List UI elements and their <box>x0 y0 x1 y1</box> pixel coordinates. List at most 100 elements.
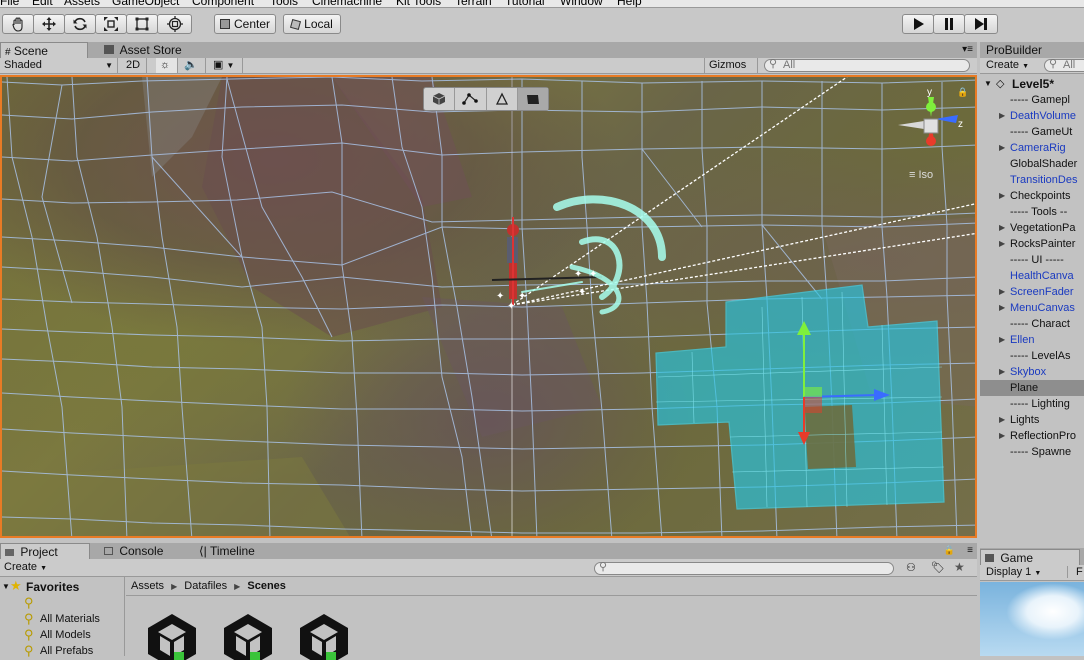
breadcrumb-datafiles[interactable]: Datafiles <box>184 580 227 592</box>
menu-help[interactable]: Help <box>617 0 642 7</box>
menu-file[interactable]: File <box>0 0 19 7</box>
breadcrumb-assets[interactable]: Assets <box>131 580 164 592</box>
lock-icon[interactable]: 🔒 <box>957 87 968 98</box>
hierarchy-item[interactable]: ----- UI ----- <box>980 252 1084 268</box>
hierarchy-item[interactable]: ----- Gamepl <box>980 92 1084 108</box>
shading-dropdown[interactable]: Shaded ▼ <box>0 58 118 73</box>
expand-arrow-icon[interactable]: ▶ <box>999 140 1005 156</box>
menu-component[interactable]: Component <box>192 0 254 7</box>
hierarchy-item[interactable]: GlobalShader <box>980 156 1084 172</box>
space-local-toggle[interactable]: Local <box>283 14 341 34</box>
hierarchy-item[interactable]: ▶ ScreenFader <box>980 284 1084 300</box>
hierarchy-search-input[interactable]: ⚲ All <box>1044 59 1084 72</box>
expand-arrow-icon[interactable]: ▶ <box>999 284 1005 300</box>
scene-asset-3[interactable] <box>294 610 354 660</box>
hierarchy-create-dropdown[interactable]: Create ▼ <box>986 59 1029 71</box>
hierarchy-item[interactable]: ----- Charact <box>980 316 1084 332</box>
scene-viewport[interactable]: ✦ ✦ ✦ ✦ ✦ ✦ y z ≡ Iso 🔒 <box>0 75 977 538</box>
hierarchy-item[interactable]: ----- Tools -- <box>980 204 1084 220</box>
audio-toggle[interactable]: 🔈 <box>180 58 206 73</box>
filter-by-label-icon[interactable]: 🏷 <box>931 561 945 574</box>
tab-scene[interactable]: # Scene <box>0 42 88 58</box>
scale-tool-button[interactable] <box>95 14 127 34</box>
tab-asset-store[interactable]: Asset Store <box>100 42 200 58</box>
transform-tool-button[interactable] <box>157 14 192 34</box>
display-dropdown[interactable]: Display 1 ▼ <box>986 566 1068 578</box>
expand-arrow-icon[interactable]: ▶ <box>999 220 1005 236</box>
breadcrumb-scenes[interactable]: Scenes <box>247 580 286 592</box>
panel-menu-icon[interactable]: ▾≡ <box>962 44 973 55</box>
expand-arrow-icon[interactable]: ▶ <box>999 188 1005 204</box>
object-mode-button[interactable] <box>424 88 456 110</box>
hierarchy-item[interactable]: ▶ Checkpoints <box>980 188 1084 204</box>
scene-search-input[interactable]: ⚲ All <box>764 59 970 72</box>
menu-cinemachine[interactable]: Cinemachine <box>312 0 382 7</box>
hierarchy-item[interactable]: ▶ VegetationPa <box>980 220 1084 236</box>
scene-asset-1[interactable] <box>142 610 202 660</box>
hierarchy-item[interactable]: ▶ Skybox <box>980 364 1084 380</box>
hand-tool-button[interactable] <box>2 14 34 34</box>
tab-timeline[interactable]: ⟨| Timeline <box>195 543 285 559</box>
scene-asset-2[interactable] <box>218 610 278 660</box>
hierarchy-item[interactable]: HealthCanva <box>980 268 1084 284</box>
projection-label[interactable]: ≡ Iso <box>909 169 933 181</box>
project-create-dropdown[interactable]: Create ▼ <box>4 561 47 573</box>
hierarchy-item[interactable]: ▶ ReflectionPro <box>980 428 1084 444</box>
rect-tool-button[interactable] <box>126 14 158 34</box>
hierarchy-item[interactable]: ----- GameUt <box>980 124 1084 140</box>
step-button[interactable] <box>964 14 998 34</box>
hierarchy-root[interactable]: ▼ ◇ Level5* <box>980 76 1084 92</box>
pause-button[interactable] <box>933 14 965 34</box>
game-viewport[interactable] <box>980 582 1084 656</box>
hierarchy-item[interactable]: TransitionDes <box>980 172 1084 188</box>
probuilder-tab[interactable]: ProBuilder <box>980 42 1084 58</box>
tab-game[interactable]: Game <box>980 549 1080 565</box>
panel-menu-icon[interactable]: ≡ <box>967 545 973 556</box>
hierarchy-item[interactable]: ▶ Lights <box>980 412 1084 428</box>
pivot-center-toggle[interactable]: Center <box>214 14 276 34</box>
hierarchy-item[interactable]: ▶ MenuCanvas <box>980 300 1084 316</box>
lock-icon[interactable]: 🔒 <box>944 545 955 556</box>
expand-arrow-icon[interactable]: ▶ <box>999 108 1005 124</box>
expand-arrow-icon[interactable]: ▶ <box>999 236 1005 252</box>
vertex-mode-button[interactable] <box>455 88 487 110</box>
effects-dropdown[interactable]: ▣ ▼ <box>209 58 243 73</box>
menu-assets[interactable]: Assets <box>64 0 100 7</box>
scene-orientation-gizmo[interactable]: y z <box>898 87 968 159</box>
hierarchy-item[interactable]: ----- LevelAs <box>980 348 1084 364</box>
menu-edit[interactable]: Edit <box>32 0 53 7</box>
edge-mode-button[interactable] <box>487 88 518 110</box>
project-search-input[interactable]: ⚲ <box>594 562 894 575</box>
lighting-toggle[interactable]: ☼ <box>156 58 178 73</box>
rotate-tool-button[interactable] <box>64 14 96 34</box>
tab-project[interactable]: Project <box>0 543 90 559</box>
tab-console[interactable]: Console <box>100 543 190 559</box>
menu-gameobject[interactable]: GameObject <box>112 0 179 7</box>
favorite-star-icon[interactable]: ★ <box>954 560 965 574</box>
expand-arrow-icon[interactable]: ▶ <box>999 428 1005 444</box>
menu-window[interactable]: Window <box>560 0 603 7</box>
expand-arrow-icon[interactable]: ▶ <box>999 332 1005 348</box>
move-tool-button[interactable] <box>33 14 65 34</box>
filter-by-type-icon[interactable]: ⚇ <box>906 561 916 574</box>
play-button[interactable] <box>902 14 934 34</box>
face-mode-button[interactable] <box>517 88 548 110</box>
menu-tools[interactable]: Tools <box>270 0 298 7</box>
scale-icon <box>104 17 118 31</box>
expand-arrow-icon[interactable]: ▶ <box>999 300 1005 316</box>
expand-arrow-icon[interactable]: ▶ <box>999 412 1005 428</box>
hierarchy-item[interactable]: ▶ RocksPainter <box>980 236 1084 252</box>
hierarchy-item[interactable]: Plane <box>980 380 1084 396</box>
hierarchy-item[interactable]: ▶ CameraRig <box>980 140 1084 156</box>
expand-arrow-icon[interactable]: ▶ <box>999 364 1005 380</box>
hierarchy-item[interactable]: ▶ Ellen <box>980 332 1084 348</box>
hierarchy-item[interactable]: ----- Lighting <box>980 396 1084 412</box>
hierarchy-item[interactable]: ----- Spawne <box>980 444 1084 460</box>
gizmos-dropdown[interactable]: Gizmos ▼ <box>704 58 758 85</box>
game-extra-label[interactable]: F <box>1076 566 1083 578</box>
menu-terrain[interactable]: Terrain <box>455 0 492 7</box>
menu-kit-tools[interactable]: Kit Tools <box>396 0 441 7</box>
menu-tutorial[interactable]: Tutorial <box>505 0 545 7</box>
hierarchy-item[interactable]: ▶ DeathVolume <box>980 108 1084 124</box>
2d-toggle[interactable]: 2D <box>122 58 147 73</box>
